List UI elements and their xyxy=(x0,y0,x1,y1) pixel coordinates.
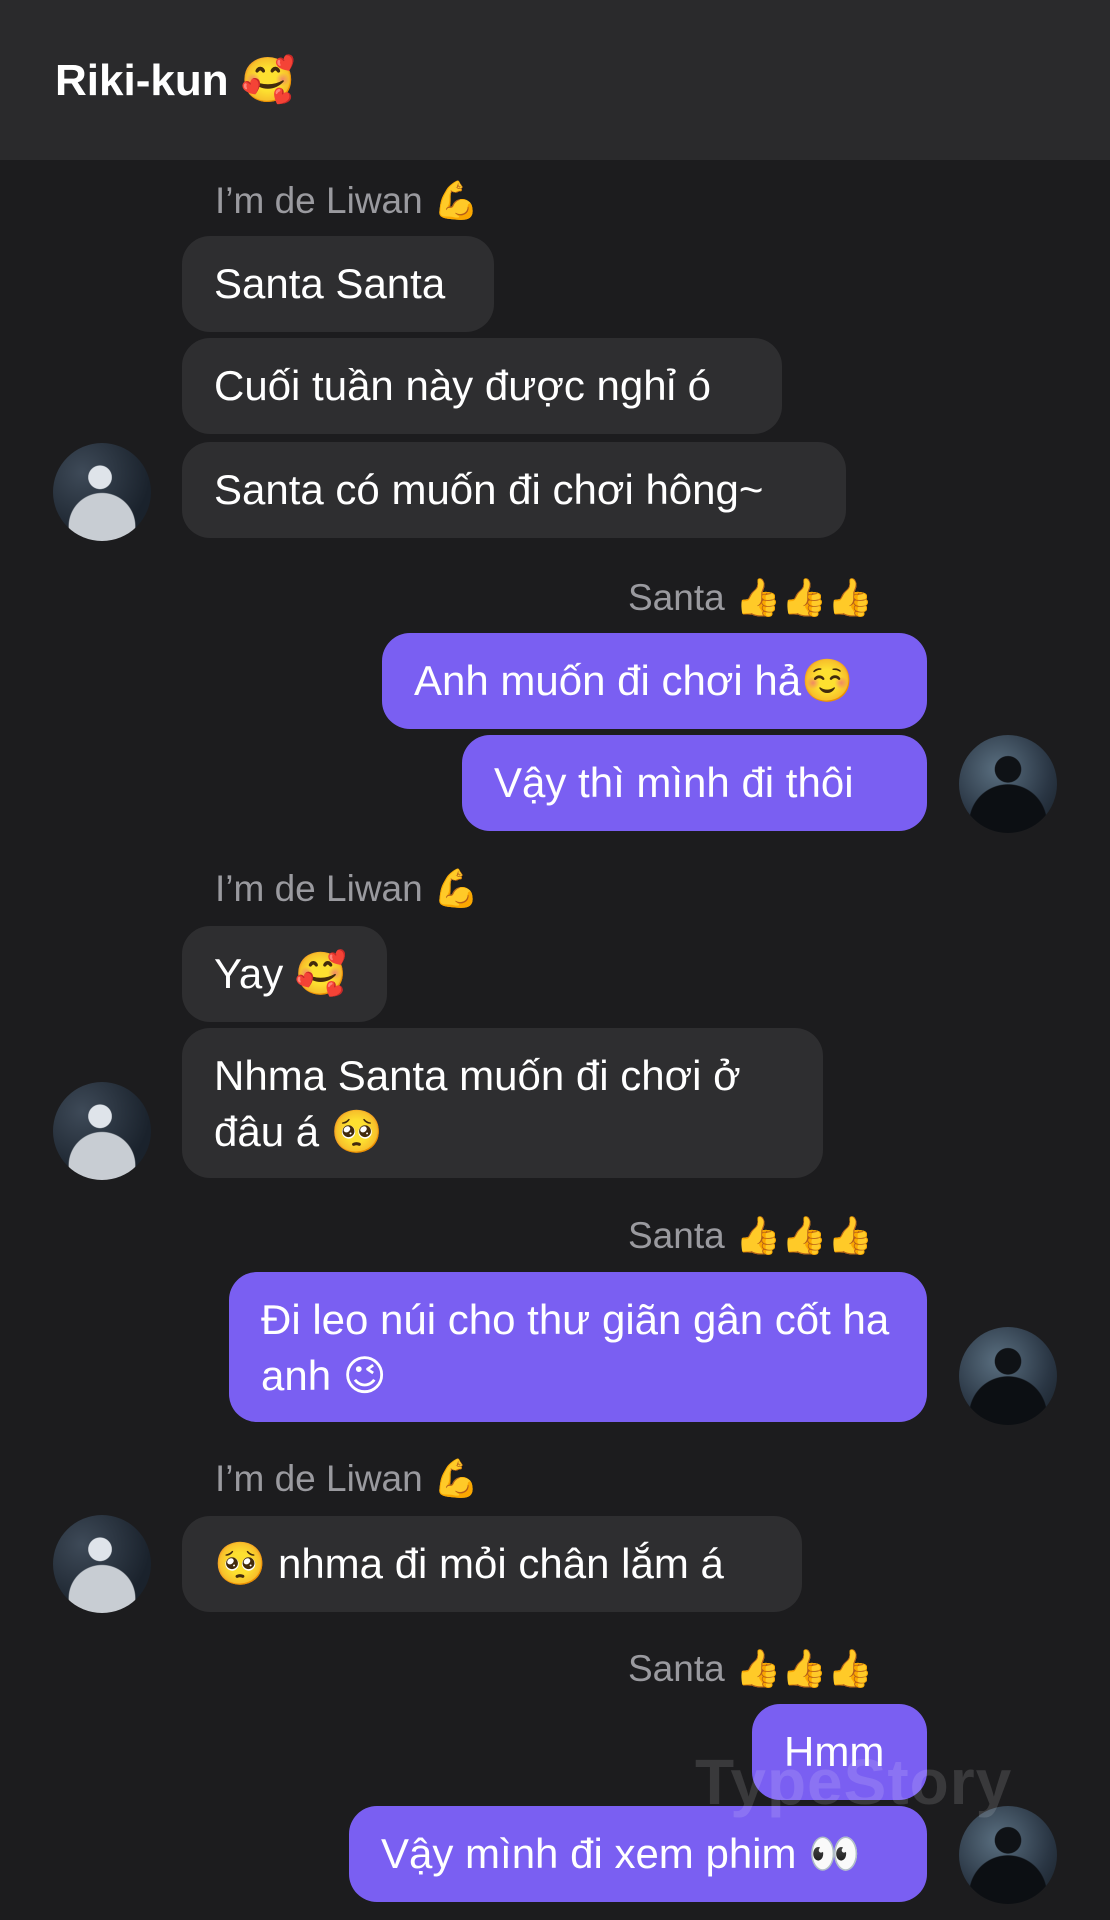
outgoing-message[interactable]: Vậy thì mình đi thôi xyxy=(462,735,927,831)
user-avatar[interactable] xyxy=(959,1327,1057,1425)
user-avatar[interactable] xyxy=(959,735,1057,833)
outgoing-message[interactable]: Anh muốn đi chơi hả☺️ xyxy=(382,633,927,729)
user-avatar[interactable] xyxy=(959,1806,1057,1904)
incoming-message[interactable]: Santa Santa xyxy=(182,236,494,332)
contact-avatar[interactable] xyxy=(53,1082,151,1180)
incoming-message[interactable]: Nhma Santa muốn đi chơi ở đâu á 🥺 xyxy=(182,1028,823,1178)
chat-header: Riki-kun 🥰 xyxy=(0,0,1110,160)
incoming-message[interactable]: Cuối tuần này được nghỉ ó xyxy=(182,338,782,434)
outgoing-message[interactable]: Hmm xyxy=(752,1704,927,1800)
sender-name: I’m de Liwan 💪 xyxy=(215,868,480,909)
contact-avatar[interactable] xyxy=(53,443,151,541)
incoming-message[interactable]: 🥺 nhma đi mỏi chân lắm á xyxy=(182,1516,802,1612)
sender-name: Santa 👍👍👍 xyxy=(628,1648,874,1689)
outgoing-message[interactable]: Vậy mình đi xem phim 👀 xyxy=(349,1806,927,1902)
contact-avatar[interactable] xyxy=(53,1515,151,1613)
sender-name: I’m de Liwan 💪 xyxy=(215,1458,480,1499)
incoming-message[interactable]: Santa có muốn đi chơi hông~ xyxy=(182,442,846,538)
incoming-message[interactable]: Yay 🥰 xyxy=(182,926,387,1022)
outgoing-message[interactable]: Đi leo núi cho thư giãn gân cốt ha anh 😉 xyxy=(229,1272,927,1422)
chat-title: Riki-kun 🥰 xyxy=(55,56,296,105)
sender-name: Santa 👍👍👍 xyxy=(628,1215,874,1256)
sender-name: I’m de Liwan 💪 xyxy=(215,180,480,221)
sender-name: Santa 👍👍👍 xyxy=(628,577,874,618)
